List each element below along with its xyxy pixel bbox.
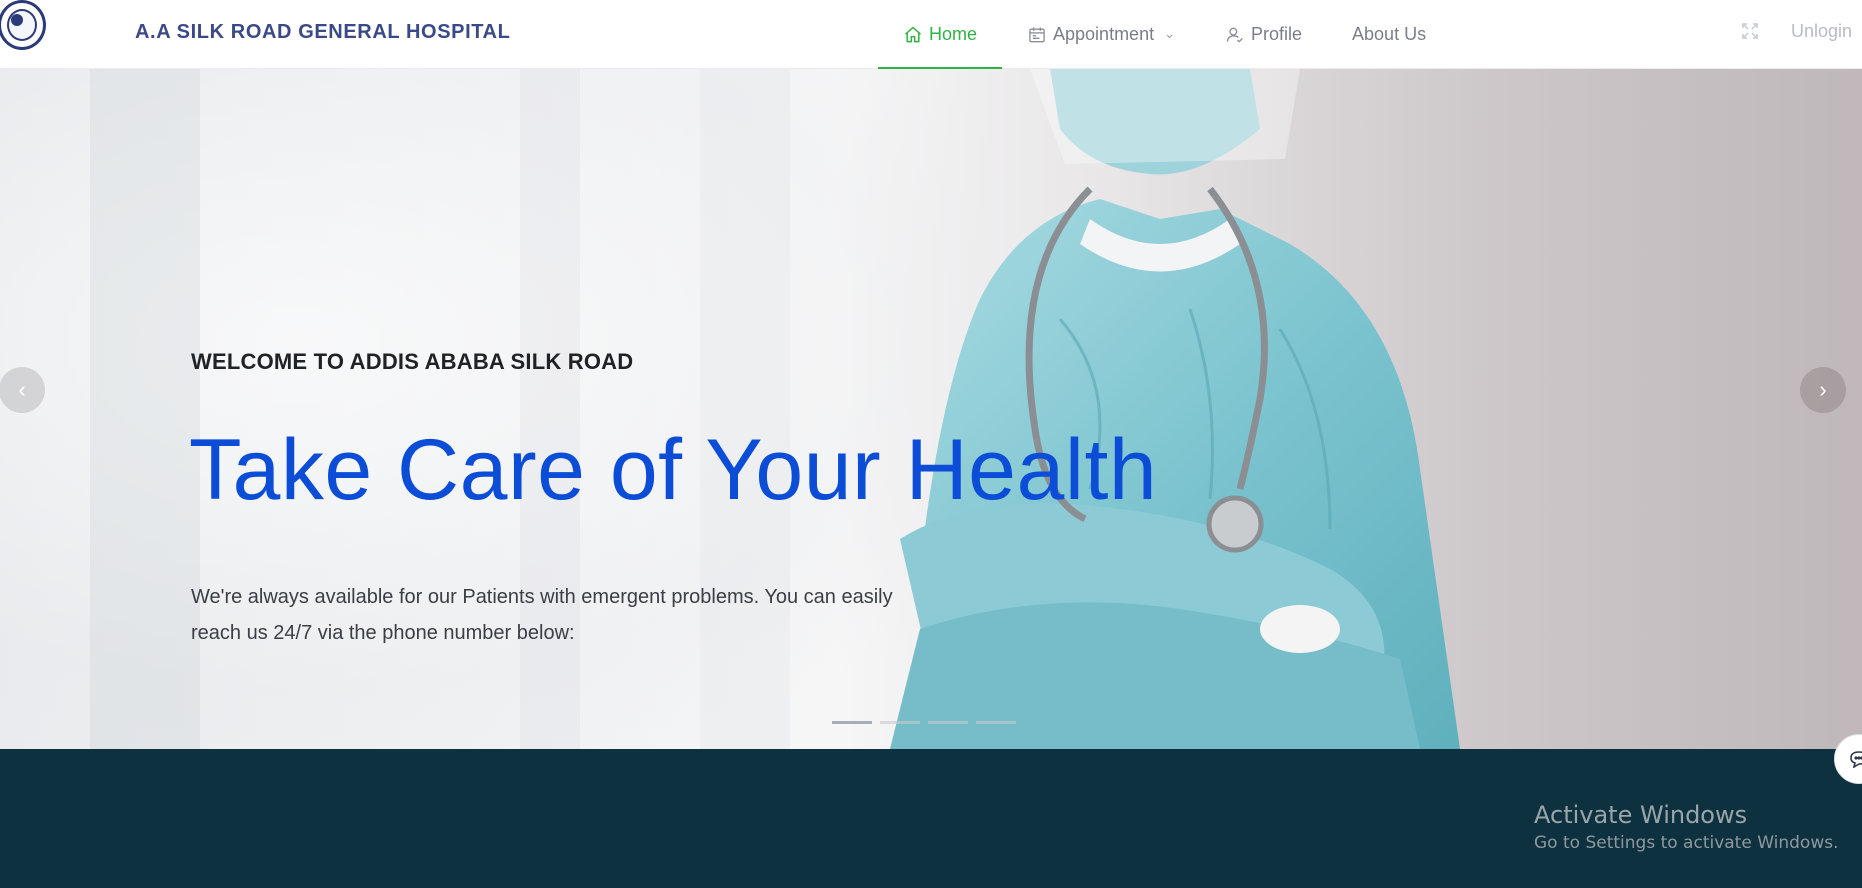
nav-home-label: Home (929, 24, 978, 44)
main-nav: Home Appointment ⌄ Profile About Us (878, 0, 1451, 69)
calendar-icon (1029, 27, 1045, 42)
nav-appointment-label: Appointment (1053, 24, 1155, 44)
chat-icon (1850, 751, 1862, 768)
carousel-prev-button[interactable]: ‹ (0, 367, 45, 413)
carousel-indicator[interactable] (928, 721, 968, 724)
watermark-title: Activate Windows (1534, 801, 1748, 829)
nav-profile[interactable]: Profile (1200, 0, 1327, 69)
carousel-indicator[interactable] (832, 721, 872, 724)
carousel-indicator[interactable] (880, 721, 920, 724)
nav-about-label: About Us (1352, 24, 1427, 44)
home-icon (905, 26, 921, 42)
chevron-down-icon: ⌄ (1164, 25, 1175, 41)
nav-appointment[interactable]: Appointment ⌄ (1002, 0, 1200, 69)
fullscreen-icon[interactable] (1742, 23, 1758, 39)
doctor-photo (860, 69, 1862, 749)
carousel-indicator[interactable] (976, 721, 1016, 724)
carousel-next-button[interactable]: › (1800, 367, 1846, 413)
nav-about[interactable]: About Us (1327, 0, 1451, 69)
logo-seal-mark (11, 14, 23, 26)
nav-profile-label: Profile (1251, 24, 1303, 44)
chevron-right-icon: › (1819, 377, 1827, 402)
watermark-subtitle: Go to Settings to activate Windows. (1534, 833, 1839, 853)
carousel-indicators (832, 721, 1016, 724)
nav-home[interactable]: Home (878, 0, 1003, 69)
chevron-left-icon: ‹ (18, 377, 26, 402)
user-icon (1226, 27, 1243, 43)
unlogin-link[interactable]: Unlogin (1791, 21, 1852, 42)
top-navbar: A.A SILK ROAD GENERAL HOSPITAL Home Appo… (0, 0, 1862, 69)
hero-headline: Take Care of Your Health (189, 422, 1158, 518)
windows-activation-watermark: Activate Windows Go to Settings to activ… (1534, 801, 1839, 853)
hospital-logo[interactable] (0, 0, 46, 50)
logo-seal-ring (7, 9, 37, 41)
hero-kicker: WELCOME TO ADDIS ABABA SILK ROAD (191, 349, 634, 374)
hero-description: We're always available for our Patients … (191, 586, 893, 644)
hero-carousel: WELCOME TO ADDIS ABABA SILK ROAD Take Ca… (0, 69, 1862, 749)
brand-title[interactable]: A.A SILK ROAD GENERAL HOSPITAL (135, 21, 510, 44)
background-pillar (90, 69, 200, 749)
